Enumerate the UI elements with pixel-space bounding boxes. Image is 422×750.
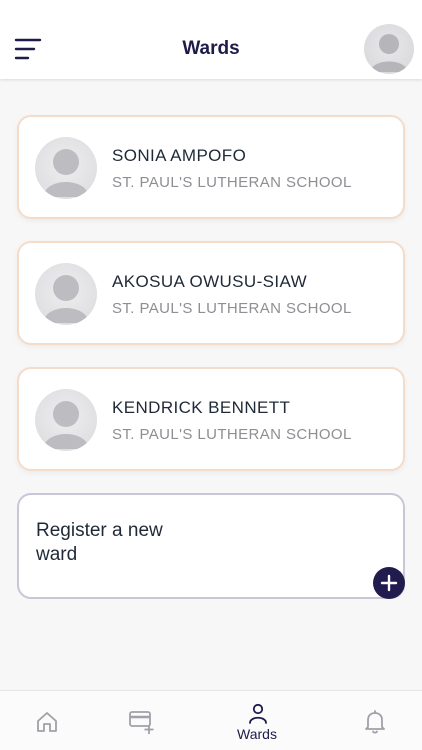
ward-school: ST. PAUL'S LUTHERAN SCHOOL: [112, 174, 352, 191]
profile-avatar-button[interactable]: [364, 24, 414, 74]
avatar-icon: [43, 401, 89, 449]
register-ward-label: Register a new ward: [36, 520, 163, 565]
add-ward-button[interactable]: [373, 567, 405, 599]
ward-card[interactable]: AKOSUA OWUSU-SIAW ST. PAUL'S LUTHERAN SC…: [17, 241, 405, 345]
card-add-icon: [129, 711, 154, 734]
tab-wards-label: Wards: [237, 726, 277, 742]
ward-name: KENDRICK BENNETT: [112, 398, 291, 417]
ward-avatar: [35, 389, 97, 451]
person-icon: [249, 703, 267, 724]
ward-card[interactable]: SONIA AMPOFO ST. PAUL'S LUTHERAN SCHOOL: [17, 115, 405, 219]
avatar: [370, 34, 408, 72]
plus-icon: [380, 574, 398, 592]
bell-icon: [365, 710, 385, 734]
ward-school: ST. PAUL'S LUTHERAN SCHOOL: [112, 426, 352, 443]
tab-add-card[interactable]: [106, 691, 176, 750]
ward-school: ST. PAUL'S LUTHERAN SCHOOL: [112, 300, 352, 317]
ward-name: AKOSUA OWUSU-SIAW: [112, 272, 308, 291]
tab-notifications[interactable]: [339, 691, 409, 750]
ward-avatar: [35, 263, 97, 325]
tab-wards[interactable]: Wards: [222, 691, 292, 750]
home-icon: [37, 712, 57, 732]
ward-avatar: [35, 137, 97, 199]
ward-name: SONIA AMPOFO: [112, 146, 247, 165]
bottom-tab-bar: Wards: [0, 690, 422, 750]
register-ward-card[interactable]: Register a new ward: [17, 493, 405, 599]
avatar-icon: [43, 275, 89, 323]
page-title: Wards: [182, 38, 240, 59]
avatar-icon: [43, 149, 89, 197]
ward-card[interactable]: KENDRICK BENNETT ST. PAUL'S LUTHERAN SCH…: [17, 367, 405, 471]
app-header: Wards: [0, 0, 422, 79]
tab-home[interactable]: [12, 691, 82, 750]
